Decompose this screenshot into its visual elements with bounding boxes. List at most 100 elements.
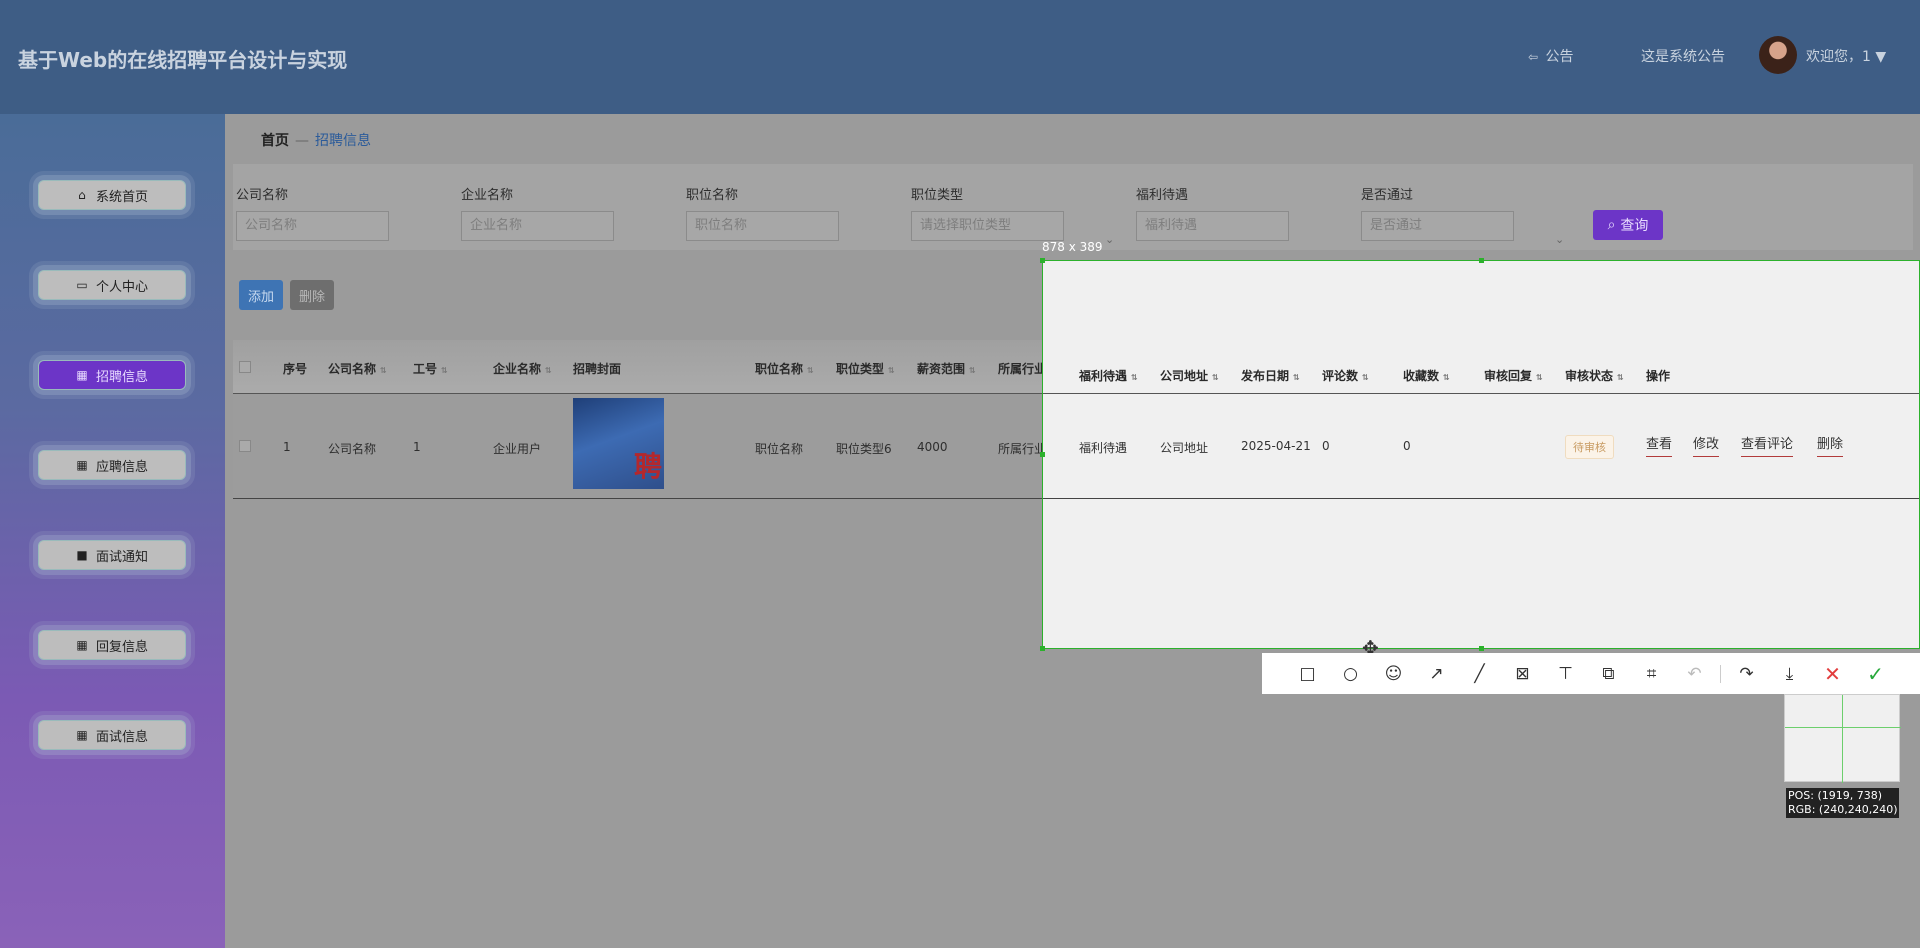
- col-cover: 招聘封面: [573, 362, 622, 376]
- confirm-icon[interactable]: ✓: [1854, 659, 1897, 689]
- cell-enterprise: 企业用户: [493, 442, 542, 456]
- crosshair-vertical: [1842, 695, 1843, 783]
- breadcrumb: 首页 — 招聘信息: [261, 130, 371, 150]
- breadcrumb-current: 招聘信息: [315, 133, 371, 149]
- field-label: 职位类型: [911, 188, 964, 203]
- approved-select[interactable]: 是否通过: [1361, 211, 1514, 241]
- cell-salary: 4000: [917, 440, 948, 454]
- ocr-icon[interactable]: ⌗: [1630, 659, 1673, 689]
- sidebar-item-applications[interactable]: ▦ 应聘信息: [38, 450, 186, 480]
- cursor-rgb-label: RGB: (240,240,240): [1788, 803, 1898, 816]
- resize-handle[interactable]: [1479, 258, 1484, 263]
- sidebar-item-label: 回复信息: [95, 639, 148, 655]
- share-icon[interactable]: ↷: [1725, 659, 1768, 689]
- emoji-icon[interactable]: ☺: [1372, 659, 1415, 689]
- cancel-icon[interactable]: ✕: [1811, 659, 1854, 689]
- mosaic-icon[interactable]: ⊠: [1501, 659, 1544, 689]
- col-enterprise[interactable]: 企业名称 ⇅: [493, 360, 552, 377]
- grid-icon: ▦: [76, 638, 88, 652]
- arrow-icon[interactable]: ↗: [1415, 659, 1458, 689]
- cell-industry: 所属行业: [998, 442, 1047, 456]
- sidebar-item-label: 个人中心: [95, 279, 148, 295]
- sidebar-item-label: 面试信息: [95, 729, 148, 745]
- sidebar-item-home[interactable]: ⌂ 系统首页: [38, 180, 186, 210]
- cell-index: 1: [283, 440, 291, 454]
- resize-handle[interactable]: [1040, 452, 1045, 457]
- cell-company: 公司名称: [328, 442, 377, 456]
- notice-link[interactable]: ⇦ 公告: [1528, 46, 1574, 66]
- resize-handle[interactable]: [1479, 646, 1484, 651]
- undo-icon[interactable]: ↶: [1673, 659, 1716, 689]
- enterprise-name-field: 企业名称 企业名称: [461, 184, 614, 241]
- field-label: 公司名称: [236, 188, 289, 203]
- delete-button[interactable]: 删除: [290, 280, 335, 310]
- resize-handle[interactable]: [1040, 646, 1045, 651]
- search-button-label: 查询: [1620, 218, 1649, 234]
- cursor-info: POS: (1919, 738) RGB: (240,240,240): [1786, 788, 1900, 818]
- company-name-field: 公司名称 公司名称: [236, 184, 389, 241]
- field-label: 是否通过: [1361, 188, 1414, 203]
- grid-icon: ▦: [76, 458, 88, 472]
- grid-icon: ▦: [76, 728, 88, 742]
- rectangle-icon[interactable]: □: [1286, 659, 1329, 689]
- capture-border: [1042, 260, 1920, 649]
- row-checkbox[interactable]: [239, 440, 251, 452]
- add-button[interactable]: 添加: [239, 280, 284, 310]
- grid-icon: ▦: [76, 368, 88, 382]
- search-icon: ⌕: [1607, 217, 1616, 233]
- col-salary[interactable]: 薪资范围 ⇅: [917, 360, 976, 377]
- copy-icon[interactable]: ⧉: [1587, 659, 1630, 689]
- app-title: 基于Web的在线招聘平台设计与实现: [18, 48, 348, 72]
- save-icon[interactable]: ⤓: [1768, 659, 1811, 689]
- toolbar-divider: [1720, 664, 1721, 683]
- welfare-field: 福利待遇 福利待遇: [1136, 184, 1289, 241]
- crosshair-horizontal: [1785, 727, 1901, 728]
- capture-toolbar: □ ○ ☺ ↗ ╱ ⊠ ⊤ ⧉ ⌗ ↶ ↷ ⤓ ✕ ✓: [1262, 653, 1920, 694]
- search-button[interactable]: ⌕ 查询: [1593, 210, 1663, 240]
- ellipse-icon[interactable]: ○: [1329, 659, 1372, 689]
- chevron-down-icon: ⌄: [1105, 233, 1115, 246]
- company-name-input[interactable]: 公司名称: [236, 211, 389, 241]
- user-menu[interactable]: 欢迎您，1 ▼: [1806, 46, 1886, 66]
- card-icon: ▭: [76, 278, 88, 292]
- col-job-no[interactable]: 工号 ⇅: [413, 360, 448, 377]
- col-index: 序号: [283, 362, 308, 376]
- field-label: 企业名称: [461, 188, 514, 203]
- sidebar-item-interview-notice[interactable]: ■ 面试通知: [38, 540, 186, 570]
- notice-label: 公告: [1545, 49, 1574, 65]
- breadcrumb-home[interactable]: 首页: [261, 133, 289, 149]
- breadcrumb-separator: —: [295, 133, 309, 149]
- sidebar-item-profile[interactable]: ▭ 个人中心: [38, 270, 186, 300]
- sidebar-item-label: 面试通知: [95, 549, 148, 565]
- magnifier-preview: [1784, 694, 1901, 783]
- avatar[interactable]: [1759, 36, 1797, 74]
- enterprise-name-input[interactable]: 企业名称: [461, 211, 614, 241]
- field-label: 福利待遇: [1136, 188, 1189, 203]
- capture-size-label: 878 x 389: [1042, 240, 1103, 254]
- sidebar-item-replies[interactable]: ▦ 回复信息: [38, 630, 186, 660]
- col-company[interactable]: 公司名称 ⇅: [328, 360, 387, 377]
- logout-arrow-icon: ⇦: [1528, 50, 1539, 64]
- top-header: 基于Web的在线招聘平台设计与实现 ⇦ 公告 这是系统公告 欢迎您，1 ▼: [0, 0, 1920, 114]
- chevron-down-icon: ⌄: [1555, 233, 1565, 246]
- col-position-type[interactable]: 职位类型 ⇅: [836, 360, 895, 377]
- position-type-select[interactable]: 请选择职位类型: [911, 211, 1064, 241]
- text-icon[interactable]: ⊤: [1544, 659, 1587, 689]
- home-icon: ⌂: [78, 188, 86, 202]
- resize-handle[interactable]: [1040, 258, 1045, 263]
- sidebar: ⌂ 系统首页 ▭ 个人中心 ▦ 招聘信息 ▦ 应聘信息 ■ 面试通知 ▦ 回复信…: [0, 114, 225, 948]
- field-label: 职位名称: [686, 188, 739, 203]
- recruitment-cover-image[interactable]: 聘: [573, 398, 664, 489]
- cursor-position-label: POS: (1919, 738): [1788, 789, 1883, 802]
- select-all-checkbox[interactable]: [239, 361, 251, 373]
- sidebar-item-recruitment[interactable]: ▦ 招聘信息: [38, 360, 186, 390]
- cover-text: 聘: [633, 450, 662, 483]
- sidebar-item-label: 系统首页: [95, 189, 148, 205]
- position-name-input[interactable]: 职位名称: [686, 211, 839, 241]
- sidebar-item-interviews[interactable]: ▦ 面试信息: [38, 720, 186, 750]
- sidebar-item-label: 招聘信息: [95, 369, 148, 385]
- welfare-input[interactable]: 福利待遇: [1136, 211, 1289, 241]
- line-icon[interactable]: ╱: [1458, 659, 1501, 689]
- system-notice-text: 这是系统公告: [1641, 49, 1725, 65]
- col-position[interactable]: 职位名称 ⇅: [755, 360, 814, 377]
